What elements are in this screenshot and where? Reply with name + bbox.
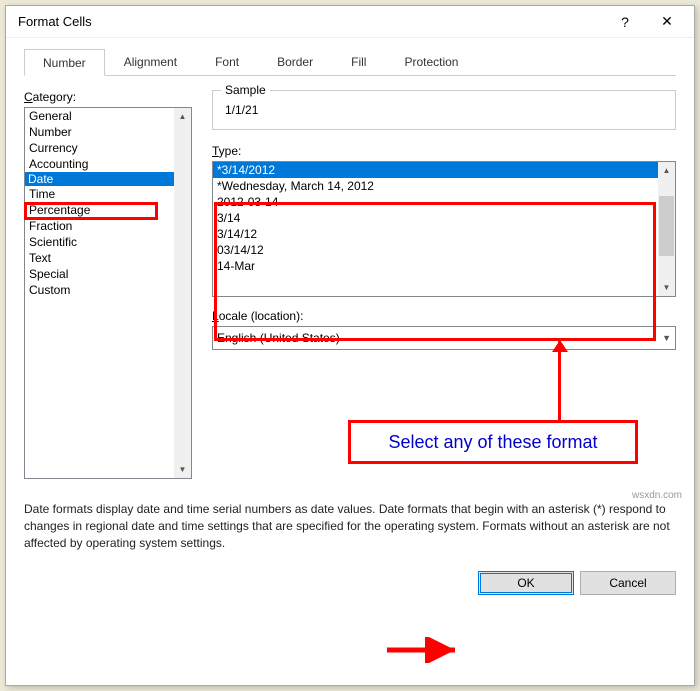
scrollbar[interactable]: ▲ ▼ (174, 108, 191, 478)
chevron-down-icon: ▼ (662, 333, 671, 343)
left-column: Category: General Number Currency Accoun… (24, 90, 194, 479)
list-item[interactable]: Time (25, 186, 191, 202)
titlebar-buttons: ? ✕ (604, 8, 688, 36)
list-item[interactable]: Special (25, 266, 191, 282)
list-item[interactable]: Custom (25, 282, 191, 298)
list-item[interactable]: 2012-03-14 (213, 194, 675, 210)
tab-font[interactable]: Font (196, 48, 258, 75)
list-item[interactable]: *Wednesday, March 14, 2012 (213, 178, 675, 194)
list-item[interactable]: 3/14 (213, 210, 675, 226)
tab-alignment[interactable]: Alignment (105, 48, 196, 75)
list-item[interactable]: Number (25, 124, 191, 140)
list-item-selected[interactable]: Date (25, 172, 191, 186)
scrollbar[interactable]: ▲ ▼ (658, 162, 675, 296)
scroll-up-icon[interactable]: ▲ (174, 108, 191, 125)
tab-strip: Number Alignment Font Border Fill Protec… (24, 48, 676, 76)
cancel-button[interactable]: Cancel (580, 571, 676, 595)
list-item[interactable]: Scientific (25, 234, 191, 250)
description-text: Date formats display date and time seria… (24, 501, 676, 551)
scroll-down-icon[interactable]: ▼ (174, 461, 191, 478)
list-item[interactable]: Accounting (25, 156, 191, 172)
locale-label: Locale (location): (212, 309, 676, 323)
locale-dropdown[interactable]: English (United States) ▼ (212, 326, 676, 350)
close-button[interactable]: ✕ (646, 8, 688, 36)
category-label: Category: (24, 90, 194, 104)
content-area: Number Alignment Font Border Fill Protec… (6, 38, 694, 561)
category-listbox[interactable]: General Number Currency Accounting Date … (24, 107, 192, 479)
list-item[interactable]: Text (25, 250, 191, 266)
list-item[interactable]: 03/14/12 (213, 242, 675, 258)
tab-body: Category: General Number Currency Accoun… (24, 76, 676, 493)
list-item[interactable]: 3/14/12 (213, 226, 675, 242)
tab-fill[interactable]: Fill (332, 48, 385, 75)
titlebar: Format Cells ? ✕ (6, 6, 694, 38)
sample-label: Sample (221, 83, 270, 97)
button-row: OK Cancel (6, 561, 694, 609)
scroll-up-icon[interactable]: ▲ (658, 162, 675, 179)
tab-protection[interactable]: Protection (385, 48, 477, 75)
close-icon: ✕ (661, 13, 673, 30)
list-item[interactable]: Percentage (25, 202, 191, 218)
list-item[interactable]: General (25, 108, 191, 124)
help-icon: ? (621, 14, 629, 30)
list-item[interactable]: 14-Mar (213, 258, 675, 274)
right-column: Sample 1/1/21 Type: *3/14/2012 *Wednesda… (212, 90, 676, 479)
sample-value: 1/1/21 (223, 99, 665, 121)
sample-group: Sample 1/1/21 (212, 90, 676, 130)
format-cells-dialog: Format Cells ? ✕ Number Alignment Font B… (5, 5, 695, 686)
locale-value: English (United States) (217, 331, 340, 345)
ok-button[interactable]: OK (478, 571, 574, 595)
list-item[interactable]: Fraction (25, 218, 191, 234)
type-listbox[interactable]: *3/14/2012 *Wednesday, March 14, 2012 20… (212, 161, 676, 297)
type-label: Type: (212, 144, 676, 158)
scroll-thumb[interactable] (659, 196, 674, 256)
list-item[interactable]: Currency (25, 140, 191, 156)
tab-number[interactable]: Number (24, 49, 105, 76)
tab-border[interactable]: Border (258, 48, 332, 75)
list-item-selected[interactable]: *3/14/2012 (213, 162, 675, 178)
dialog-title: Format Cells (18, 14, 92, 29)
scroll-down-icon[interactable]: ▼ (658, 279, 675, 296)
help-button[interactable]: ? (604, 8, 646, 36)
